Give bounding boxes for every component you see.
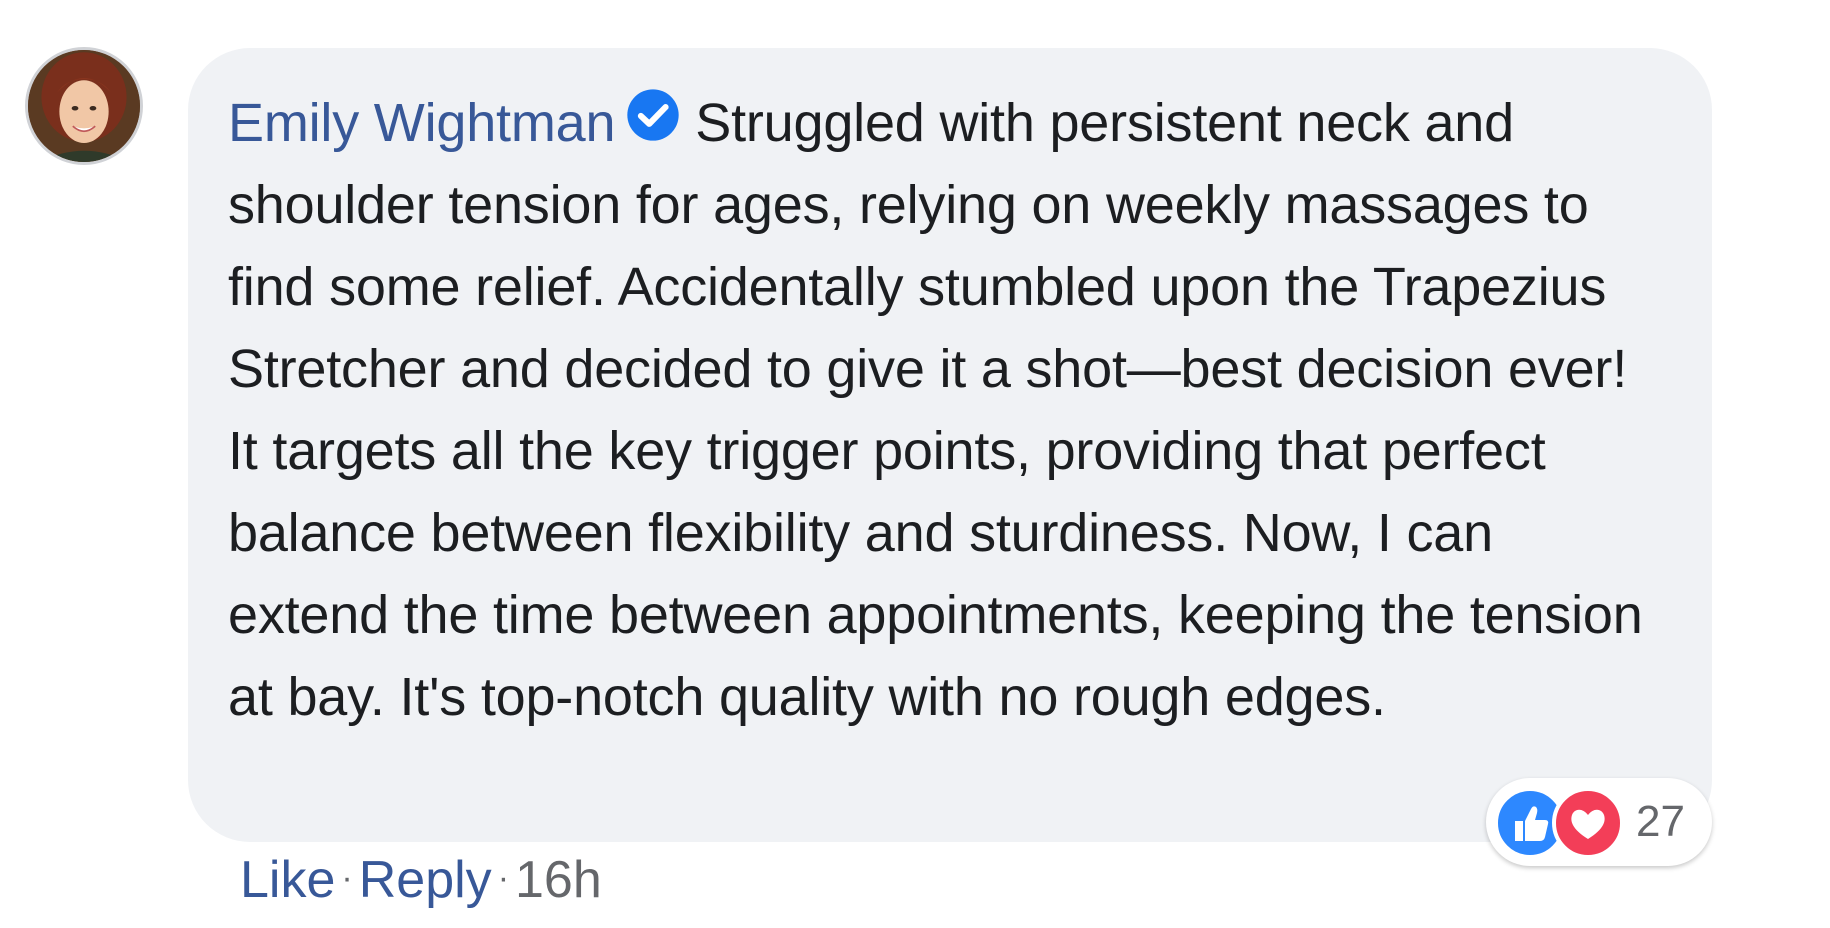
like-link[interactable]: Like [240, 851, 335, 909]
avatar[interactable] [25, 47, 143, 165]
separator-dot: · [341, 859, 353, 897]
author-name[interactable]: Emily Wightman [228, 93, 615, 153]
comment-body: Emily Wightman Struggled with persistent … [228, 82, 1668, 738]
separator-dot: · [497, 859, 510, 897]
comment: Emily Wightman Struggled with persistent … [0, 0, 1830, 928]
comment-text: Struggled with persistent neck and shoul… [228, 93, 1643, 727]
reaction-count: 27 [1636, 797, 1685, 846]
comment-actions: Like · Reply · 16h [240, 848, 602, 910]
love-reaction-icon [1552, 787, 1624, 859]
reactions-summary[interactable]: 27 [1486, 778, 1712, 866]
avatar-image [28, 50, 140, 162]
timestamp[interactable]: 16h [515, 851, 602, 909]
reply-link[interactable]: Reply [359, 851, 492, 909]
verified-check-icon [625, 87, 681, 143]
